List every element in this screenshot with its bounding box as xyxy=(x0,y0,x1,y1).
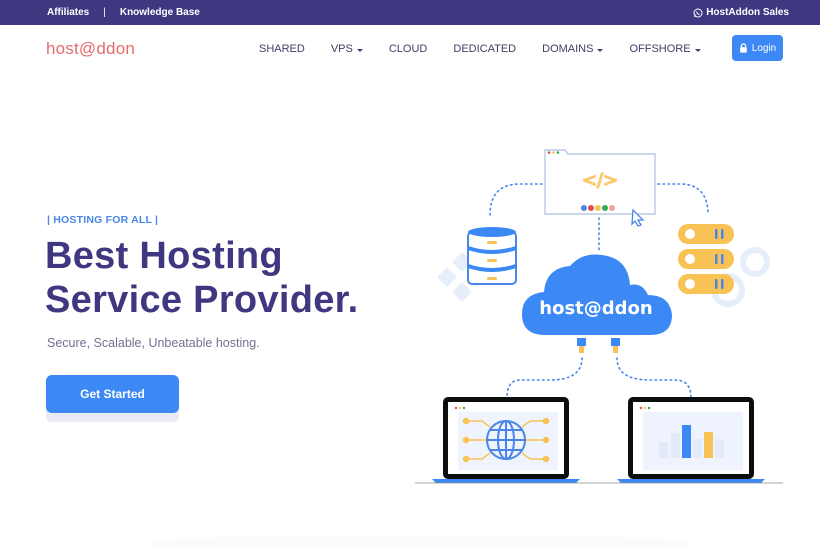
nav-item-domains[interactable]: DOMAINS xyxy=(542,43,604,55)
caret-down-icon xyxy=(356,48,363,52)
headline-line-1: Best Hosting xyxy=(45,235,283,277)
caret-down-icon xyxy=(597,48,604,52)
section-fade xyxy=(150,535,690,548)
database-icon xyxy=(467,227,517,285)
main-navigation: host@ddon SHARED VPS CLOUD DEDICATED DOM… xyxy=(0,25,820,73)
knowledge-base-link[interactable]: Knowledge Base xyxy=(120,7,200,18)
headline-line-2: Service Provider. xyxy=(45,279,359,321)
nav-item-label: VPS xyxy=(330,43,353,55)
login-label: Login xyxy=(751,42,777,54)
top-bar: Affiliates | Knowledge Base HostAddon Sa… xyxy=(0,0,820,25)
nav-item-shared[interactable]: SHARED xyxy=(259,43,305,55)
nav-item-label: DEDICATED xyxy=(453,43,517,55)
login-button[interactable]: Login xyxy=(732,35,783,61)
laptop-globe-icon xyxy=(432,397,580,483)
code-symbol: </> xyxy=(582,170,618,191)
nav-item-vps[interactable]: VPS xyxy=(331,43,363,55)
sales-link[interactable]: HostAddon Sales xyxy=(706,7,789,18)
hero-headline: Best Hosting Service Provider. xyxy=(45,234,359,322)
nav-menu: SHARED VPS CLOUD DEDICATED DOMAINS OFFSH… xyxy=(259,43,727,55)
caret-down-icon xyxy=(694,48,701,52)
whatsapp-icon xyxy=(693,8,703,17)
cloud-label: host@ddon xyxy=(539,298,652,319)
laptop-chart-icon xyxy=(617,397,765,483)
separator: | xyxy=(103,7,106,18)
logo[interactable]: host@ddon xyxy=(46,39,135,59)
nav-item-label: DOMAINS xyxy=(542,43,594,55)
server-rack-icon xyxy=(678,224,734,294)
nav-item-dedicated[interactable]: DEDICATED xyxy=(453,43,516,55)
nav-item-cloud[interactable]: CLOUD xyxy=(389,43,428,55)
nav-item-label: CLOUD xyxy=(388,43,428,55)
hero-tagline: | HOSTING FOR ALL | xyxy=(47,214,159,226)
hero-subtitle: Secure, Scalable, Unbeatable hosting. xyxy=(47,336,260,350)
nav-item-offshore[interactable]: OFFSHORE xyxy=(629,43,701,55)
nav-item-label: SHARED xyxy=(259,43,305,55)
get-started-button[interactable]: Get Started xyxy=(46,375,179,413)
browser-window-icon: </> xyxy=(544,149,656,215)
top-bar-links: Affiliates | Knowledge Base xyxy=(47,7,200,18)
hero-illustration: </> host@ddon xyxy=(415,149,783,484)
affiliates-link[interactable]: Affiliates xyxy=(47,7,89,18)
cloud-icon: host@ddon xyxy=(522,254,672,353)
lock-icon xyxy=(739,43,747,53)
sales-contact[interactable]: HostAddon Sales xyxy=(693,7,789,18)
nav-item-label: OFFSHORE xyxy=(629,43,691,55)
